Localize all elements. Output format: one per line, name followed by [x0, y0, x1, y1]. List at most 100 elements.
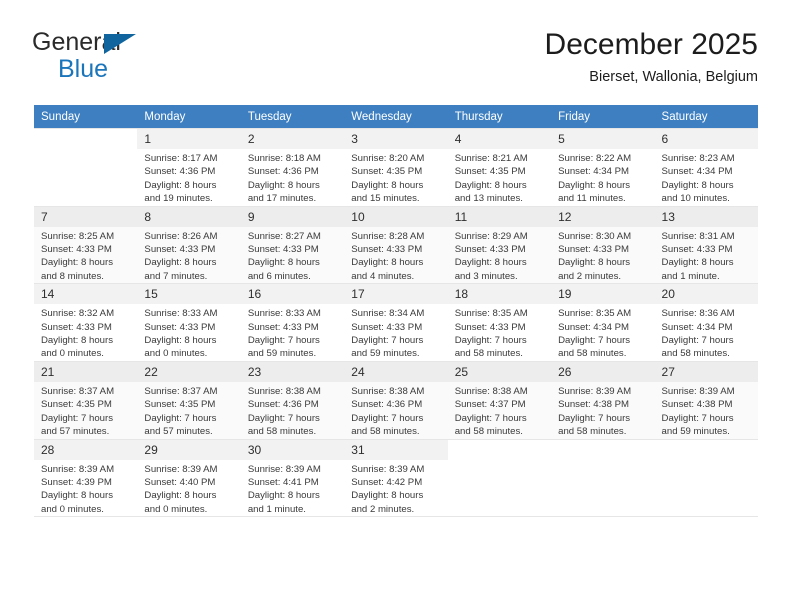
- general-blue-logo[interactable]: General Blue: [32, 26, 182, 88]
- sunset-text: Sunset: 4:37 PM: [454, 399, 526, 411]
- day-cell[interactable]: 13 Sunrise: 8:31 AM Sunset: 4:33 PM Dayligh…: [654, 205, 758, 285]
- day-details: Sunrise: 8:38 AM Sunset: 4:36 PM Daylight:…: [241, 382, 344, 439]
- daylight-text-line1: Daylight: 8 hours: [661, 257, 734, 269]
- day-number: [448, 440, 551, 460]
- sunrise-text: Sunrise: 8:35 AM: [558, 308, 632, 320]
- day-cell[interactable]: 9 Sunrise: 8:27 AM Sunset: 4:33 PM Daylight…: [240, 205, 345, 285]
- sunrise-text: Sunrise: 8:17 AM: [144, 153, 218, 164]
- week-row: 14 Sunrise: 8:32 AM Sunset: 4:33 PM Dayligh…: [34, 283, 758, 362]
- day-cell[interactable]: 4 Sunrise: 8:21 AM Sunset: 4:35 PM Daylight…: [447, 128, 552, 207]
- day-cell[interactable]: 1 Sunrise: 8:17 AM Sunset: 4:36 PM Daylight…: [137, 128, 241, 207]
- day-cell[interactable]: [654, 438, 758, 518]
- sunrise-text: Sunrise: 8:25 AM: [41, 230, 115, 242]
- sunrise-text: Sunrise: 8:38 AM: [351, 385, 425, 397]
- day-cell[interactable]: 21 Sunrise: 8:37 AM Sunset: 4:35 PM Dayligh…: [34, 360, 138, 440]
- daylight-text-line2: and 17 minutes.: [247, 193, 317, 205]
- day-details: Sunrise: 8:26 AM Sunset: 4:33 PM Daylight:…: [137, 227, 240, 284]
- daylight-text-line1: Daylight: 8 hours: [454, 179, 527, 191]
- day-details: Sunrise: 8:17 AM Sunset: 4:36 PM Daylight:…: [137, 149, 240, 206]
- sunset-text: Sunset: 4:33 PM: [247, 244, 319, 256]
- daylight-text-line2: and 4 minutes.: [351, 270, 415, 282]
- day-cell[interactable]: 25 Sunrise: 8:38 AM Sunset: 4:37 PM Dayligh…: [447, 360, 552, 440]
- day-details: Sunrise: 8:20 AM Sunset: 4:35 PM Daylight:…: [344, 149, 447, 206]
- daylight-text-line1: Daylight: 8 hours: [144, 257, 217, 269]
- sunset-text: Sunset: 4:33 PM: [144, 321, 216, 333]
- day-cell[interactable]: 6 Sunrise: 8:23 AM Sunset: 4:34 PM Daylight…: [654, 128, 758, 207]
- day-cell[interactable]: [34, 128, 138, 207]
- day-number: 17: [344, 284, 448, 305]
- day-cell[interactable]: 8 Sunrise: 8:26 AM Sunset: 4:33 PM Daylight…: [137, 205, 241, 285]
- day-cell[interactable]: 12 Sunrise: 8:30 AM Sunset: 4:33 PM Dayligh…: [551, 205, 655, 285]
- weekday-header-thursday: Thursday: [447, 105, 552, 129]
- day-cell[interactable]: 30 Sunrise: 8:39 AM Sunset: 4:41 PM Dayligh…: [240, 438, 345, 518]
- day-cell[interactable]: 31 Sunrise: 8:39 AM Sunset: 4:42 PM Dayligh…: [344, 438, 448, 518]
- day-details: Sunrise: 8:29 AM Sunset: 4:33 PM Daylight:…: [448, 227, 551, 284]
- sunset-text: Sunset: 4:34 PM: [558, 166, 630, 178]
- day-number: 21: [34, 361, 138, 382]
- day-cell[interactable]: 22 Sunrise: 8:37 AM Sunset: 4:35 PM Dayligh…: [137, 360, 241, 440]
- day-cell[interactable]: 2 Sunrise: 8:18 AM Sunset: 4:36 PM Daylight…: [240, 128, 345, 207]
- sunrise-text: Sunrise: 8:35 AM: [454, 308, 528, 320]
- day-cell[interactable]: 16 Sunrise: 8:33 AM Sunset: 4:33 PM Dayligh…: [240, 283, 345, 362]
- day-cell[interactable]: 19 Sunrise: 8:35 AM Sunset: 4:34 PM Dayligh…: [551, 283, 655, 362]
- day-cell[interactable]: 18 Sunrise: 8:35 AM Sunset: 4:33 PM Dayligh…: [447, 283, 552, 362]
- sunrise-text: Sunrise: 8:37 AM: [41, 385, 115, 397]
- sunset-text: Sunset: 4:33 PM: [454, 244, 526, 256]
- day-cell[interactable]: [551, 438, 655, 518]
- day-cell[interactable]: 5 Sunrise: 8:22 AM Sunset: 4:34 PM Daylight…: [551, 128, 655, 207]
- page-header: General Blue December 2025 Bierset, Wall…: [0, 0, 792, 88]
- sunrise-text: Sunrise: 8:29 AM: [454, 230, 528, 242]
- daylight-text-line1: Daylight: 8 hours: [247, 257, 320, 269]
- day-details: Sunrise: 8:37 AM Sunset: 4:35 PM Daylight:…: [34, 382, 137, 439]
- day-cell[interactable]: 7 Sunrise: 8:25 AM Sunset: 4:33 PM Daylight…: [34, 205, 138, 285]
- daylight-text-line2: and 2 minutes.: [558, 270, 622, 282]
- day-number: 25: [447, 361, 552, 382]
- daylight-text-line2: and 13 minutes.: [454, 193, 523, 205]
- sunset-text: Sunset: 4:42 PM: [351, 476, 423, 488]
- daylight-text-line1: Daylight: 7 hours: [247, 335, 320, 347]
- day-cell[interactable]: 28 Sunrise: 8:39 AM Sunset: 4:39 PM Dayligh…: [34, 438, 138, 518]
- day-cell[interactable]: 24 Sunrise: 8:38 AM Sunset: 4:36 PM Dayligh…: [344, 360, 448, 440]
- daylight-text-line1: Daylight: 7 hours: [41, 412, 113, 424]
- day-cell[interactable]: [447, 438, 552, 518]
- day-cell[interactable]: 11 Sunrise: 8:29 AM Sunset: 4:33 PM Dayligh…: [447, 205, 552, 285]
- daylight-text-line2: and 0 minutes.: [41, 503, 104, 515]
- weekday-header-monday: Monday: [137, 105, 241, 129]
- daylight-text-line1: Daylight: 8 hours: [247, 490, 320, 502]
- day-cell[interactable]: 17 Sunrise: 8:34 AM Sunset: 4:33 PM Dayligh…: [344, 283, 448, 362]
- day-cell[interactable]: 23 Sunrise: 8:38 AM Sunset: 4:36 PM Dayligh…: [240, 360, 345, 440]
- day-number: 13: [654, 206, 758, 227]
- day-details: Sunrise: 8:39 AM Sunset: 4:40 PM Daylight:…: [137, 460, 240, 517]
- day-cell[interactable]: 14 Sunrise: 8:32 AM Sunset: 4:33 PM Dayligh…: [34, 283, 138, 362]
- day-number: 30: [240, 439, 345, 460]
- logo-triangle-icon: [104, 34, 136, 54]
- daylight-text-line1: Daylight: 8 hours: [41, 335, 113, 347]
- day-number: 9: [240, 206, 345, 227]
- day-cell[interactable]: 15 Sunrise: 8:33 AM Sunset: 4:33 PM Dayligh…: [137, 283, 241, 362]
- sunrise-text: Sunrise: 8:39 AM: [144, 463, 218, 475]
- day-number: 10: [344, 206, 448, 227]
- day-cell[interactable]: 10 Sunrise: 8:28 AM Sunset: 4:33 PM Dayligh…: [344, 205, 448, 285]
- day-cell[interactable]: 20 Sunrise: 8:36 AM Sunset: 4:34 PM Dayligh…: [654, 283, 758, 362]
- day-cell[interactable]: 27 Sunrise: 8:39 AM Sunset: 4:38 PM Dayligh…: [654, 360, 758, 440]
- day-details: Sunrise: 8:18 AM Sunset: 4:36 PM Daylight:…: [241, 149, 344, 206]
- daylight-text-line2: and 0 minutes.: [144, 348, 208, 360]
- day-cell[interactable]: 26 Sunrise: 8:39 AM Sunset: 4:38 PM Dayligh…: [551, 360, 655, 440]
- sunset-text: Sunset: 4:33 PM: [558, 244, 630, 256]
- day-cell[interactable]: 3 Sunrise: 8:20 AM Sunset: 4:35 PM Daylight…: [344, 128, 448, 207]
- daylight-text-line1: Daylight: 8 hours: [351, 257, 424, 269]
- sunrise-text: Sunrise: 8:31 AM: [661, 230, 735, 242]
- day-details: Sunrise: 8:21 AM Sunset: 4:35 PM Daylight:…: [448, 149, 551, 206]
- sunset-text: Sunset: 4:40 PM: [144, 476, 216, 488]
- day-number: 23: [240, 361, 345, 382]
- page-subtitle: Bierset, Wallonia, Belgium: [589, 68, 758, 85]
- weekday-header-row: Sunday Monday Tuesday Wednesday Thursday…: [34, 105, 758, 129]
- sunset-text: Sunset: 4:39 PM: [41, 476, 112, 488]
- sunrise-text: Sunrise: 8:37 AM: [144, 385, 218, 397]
- sunrise-text: Sunrise: 8:38 AM: [454, 385, 528, 397]
- daylight-text-line1: Daylight: 7 hours: [247, 412, 320, 424]
- daylight-text-line1: Daylight: 8 hours: [351, 179, 424, 191]
- day-cell[interactable]: 29 Sunrise: 8:39 AM Sunset: 4:40 PM Dayligh…: [137, 438, 241, 518]
- sunset-text: Sunset: 4:33 PM: [351, 244, 423, 256]
- sunset-text: Sunset: 4:33 PM: [454, 321, 526, 333]
